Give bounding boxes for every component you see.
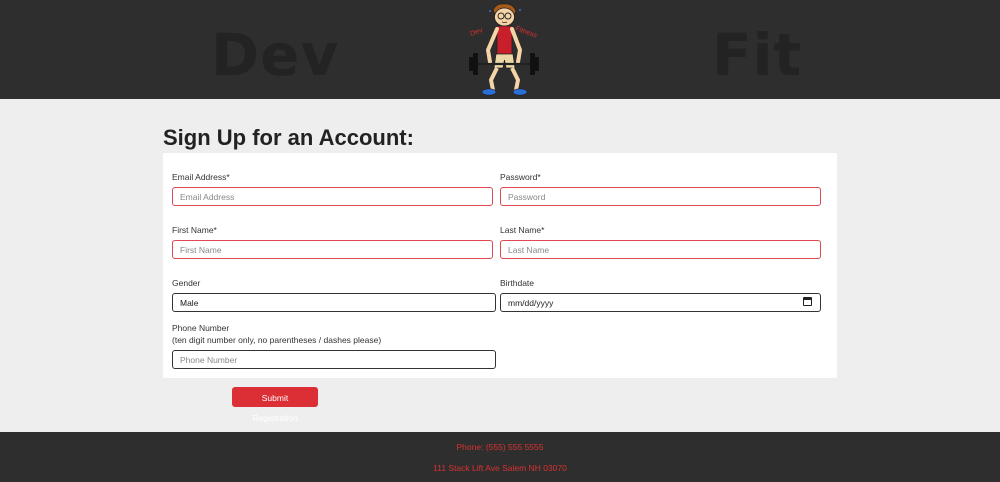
birthdate-label: Birthdate bbox=[500, 278, 535, 288]
gender-select[interactable]: Male ⌄ bbox=[172, 293, 496, 312]
phone-label: Phone Number bbox=[172, 323, 230, 333]
birthdate-placeholder: mm/dd/yyyy bbox=[508, 298, 554, 308]
email-field[interactable]: Email Address bbox=[172, 187, 493, 206]
password-field[interactable]: Password bbox=[500, 187, 821, 206]
site-header: Dev Dev Fitness Fit bbox=[0, 0, 1000, 99]
last-name-field[interactable]: Last Name bbox=[500, 240, 821, 259]
password-placeholder: Password bbox=[508, 192, 546, 202]
last-name-placeholder: Last Name bbox=[508, 245, 550, 255]
chevron-down-icon: ⌄ bbox=[180, 298, 188, 308]
birthdate-field[interactable]: mm/dd/yyyy bbox=[500, 293, 821, 312]
first-name-label: First Name* bbox=[172, 225, 217, 235]
email-label: Email Address* bbox=[172, 172, 230, 182]
logo-text-fitness: Fitness bbox=[514, 25, 538, 39]
page-title: Sign Up for an Account: bbox=[163, 125, 414, 150]
first-name-field[interactable]: First Name bbox=[172, 240, 493, 259]
phone-field[interactable]: Phone Number bbox=[172, 350, 496, 369]
password-label: Password* bbox=[500, 172, 541, 182]
gender-label: Gender bbox=[172, 278, 201, 288]
submit-registration-button[interactable]: Submit Registration bbox=[232, 387, 318, 423]
brand-text-left: Dev bbox=[211, 21, 340, 89]
first-name-placeholder: First Name bbox=[180, 245, 222, 255]
weightlifter-mascot-logo[interactable]: Dev Fitness bbox=[466, 2, 542, 98]
email-placeholder: Email Address bbox=[180, 192, 235, 202]
last-name-label: Last Name* bbox=[500, 225, 545, 235]
phone-hint: (ten digit number only, no parentheses /… bbox=[172, 335, 382, 345]
signup-form-card: Email Address* Email Address Password* P… bbox=[163, 153, 837, 378]
phone-placeholder: Phone Number bbox=[180, 355, 238, 365]
site-footer: Phone: (555) 555 5555 111 Stack Lift Ave… bbox=[0, 432, 1000, 482]
brand-text-right: Fit bbox=[712, 21, 803, 89]
footer-phone: Phone: (555) 555 5555 bbox=[456, 442, 544, 452]
logo-text-dev: Dev bbox=[469, 27, 484, 38]
footer-address: 111 Stack Lift Ave Salem NH 03070 bbox=[433, 463, 567, 473]
calendar-icon[interactable] bbox=[803, 297, 812, 306]
